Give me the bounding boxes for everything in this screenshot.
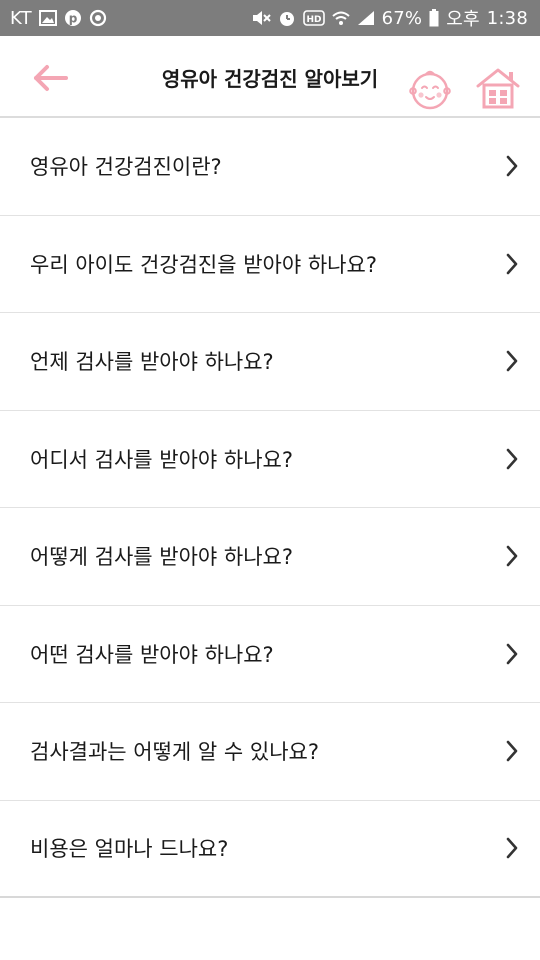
clock: 1:38 [486, 7, 528, 29]
pinterest-icon: p [64, 9, 82, 27]
faq-item[interactable]: 검사결과는 어떻게 알 수 있나요? [0, 703, 540, 801]
baby-button[interactable] [406, 64, 454, 112]
faq-item[interactable]: 영유아 건강검진이란? [0, 118, 540, 216]
sync-icon [89, 9, 107, 27]
faq-item-label: 언제 검사를 받아야 하나요? [30, 350, 274, 375]
status-left: KT p [10, 8, 107, 29]
faq-item[interactable]: 비용은 얼마나 드나요? [0, 800, 540, 898]
hd-icon: HD [302, 10, 325, 26]
faq-item-label: 영유아 건강검진이란? [30, 155, 222, 180]
faq-item[interactable]: 우리 아이도 건강검진을 받아야 하나요? [0, 215, 540, 313]
baby-face-icon [409, 70, 451, 110]
faq-item[interactable]: 어떤 검사를 받아야 하나요? [0, 605, 540, 703]
back-button[interactable] [28, 58, 72, 98]
faq-item-label: 우리 아이도 건강검진을 받아야 하나요? [30, 252, 377, 277]
home-icon [476, 68, 520, 109]
chevron-right-icon [504, 836, 520, 860]
chevron-right-icon [504, 252, 520, 276]
wifi-icon [331, 10, 350, 26]
time-prefix: 오후 [446, 9, 480, 30]
chevron-right-icon [504, 642, 520, 666]
chevron-right-icon [504, 349, 520, 373]
alarm-icon [278, 9, 296, 27]
chevron-right-icon [504, 739, 520, 763]
faq-list: 영유아 건강검진이란? 우리 아이도 건강검진을 받아야 하나요? 언제 검사를… [0, 118, 540, 898]
carrier-label: KT [10, 7, 32, 29]
faq-item[interactable]: 어떻게 검사를 받아야 하나요? [0, 508, 540, 606]
svg-text:p: p [69, 12, 78, 26]
chevron-right-icon [504, 544, 520, 568]
faq-item[interactable]: 어디서 검사를 받아야 하나요? [0, 410, 540, 508]
svg-text:HD: HD [306, 15, 321, 25]
signal-icon [357, 10, 375, 26]
chevron-right-icon [504, 447, 520, 471]
faq-item-label: 어디서 검사를 받아야 하나요? [30, 447, 294, 472]
faq-item-label: 어떤 검사를 받아야 하나요? [30, 642, 274, 667]
arrow-left-icon [34, 65, 68, 91]
battery-percent: 67% [381, 7, 423, 29]
faq-item-label: 어떻게 검사를 받아야 하나요? [30, 545, 294, 570]
faq-item-label: 비용은 얼마나 드나요? [30, 837, 229, 862]
status-right: HD 67% 오후 1:38 [251, 5, 528, 31]
status-bar: KT p HD 67% 오후 1:38 [0, 0, 540, 36]
mute-icon [251, 9, 271, 27]
app-bar: 영유아 건강검진 알아보기 [0, 36, 540, 118]
faq-item-label: 검사결과는 어떻게 알 수 있나요? [30, 740, 320, 765]
battery-icon [429, 9, 439, 27]
faq-item[interactable]: 언제 검사를 받아야 하나요? [0, 313, 540, 411]
home-button[interactable] [474, 64, 522, 112]
page-title: 영유아 건강검진 알아보기 [161, 66, 379, 91]
chevron-right-icon [504, 154, 520, 178]
image-icon [38, 10, 57, 26]
